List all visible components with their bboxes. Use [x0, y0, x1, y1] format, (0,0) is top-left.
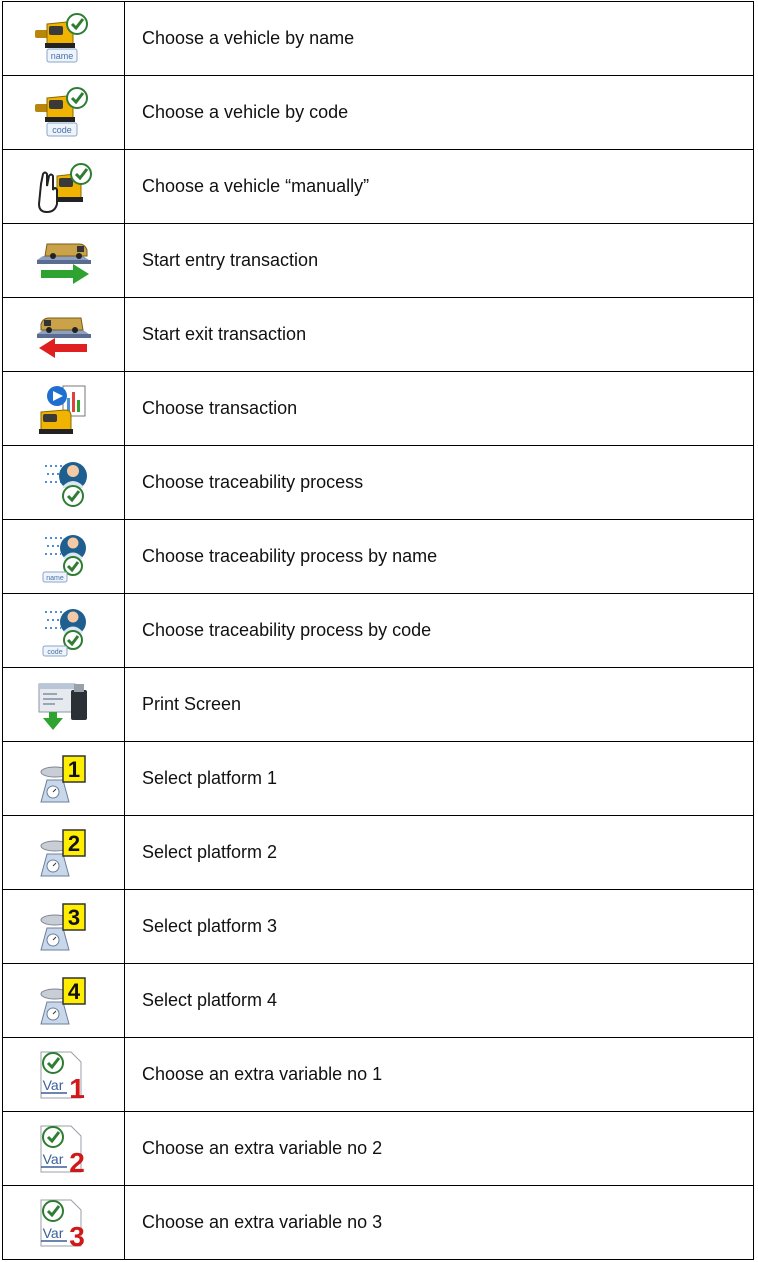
van-entry-arrow-icon	[36, 243, 91, 284]
traceability-person-icon	[44, 461, 87, 507]
row-label: Choose a vehicle “manually”	[124, 149, 754, 224]
table-row: code Choose traceability process by code	[2, 593, 754, 668]
table-row: 4 Select platform 4	[2, 963, 754, 1038]
transaction-list-icon	[38, 385, 85, 434]
platform-scale-icon: 3	[39, 902, 86, 950]
table-row: Var 3 Choose an extra variable no 3	[2, 1185, 754, 1260]
table-row: Print Screen	[2, 667, 754, 742]
variable-number: 2	[69, 1147, 85, 1176]
icon-tag: Var	[42, 1225, 63, 1241]
platform-scale-icon: 1	[39, 754, 86, 802]
extra-variable-icon: Var 3	[40, 1199, 85, 1250]
table-row: Choose a vehicle “manually”	[2, 149, 754, 224]
row-label: Start entry transaction	[124, 223, 754, 298]
table-row: Start entry transaction	[2, 223, 754, 298]
platform-scale-icon: 2	[39, 828, 86, 876]
row-label: Select platform 3	[124, 889, 754, 964]
row-label: Choose traceability process by name	[124, 519, 754, 594]
row-label: Choose traceability process	[124, 445, 754, 520]
van-exit-arrow-icon	[36, 317, 91, 358]
function-icon-table: name Choose a vehicle by name code Choos…	[2, 1, 754, 1260]
platform-scale-icon: 4	[39, 976, 86, 1024]
table-row: 2 Select platform 2	[2, 815, 754, 890]
table-row: name Choose a vehicle by name	[2, 1, 754, 76]
row-label: Select platform 4	[124, 963, 754, 1038]
extra-variable-icon: Var 1	[40, 1051, 85, 1102]
variable-number: 3	[69, 1221, 85, 1250]
variable-number: 1	[69, 1073, 85, 1102]
icon-tag: Var	[42, 1151, 63, 1167]
traceability-name-icon: name	[42, 534, 86, 582]
icon-tag: name	[46, 575, 64, 582]
table-row: 3 Select platform 3	[2, 889, 754, 964]
platform-number: 4	[67, 979, 80, 1004]
table-row: Choose transaction	[2, 371, 754, 446]
row-label: Choose traceability process by code	[124, 593, 754, 668]
table-row: Var 1 Choose an extra variable no 1	[2, 1037, 754, 1112]
row-label: Print Screen	[124, 667, 754, 742]
table-row: name Choose traceability process by name	[2, 519, 754, 594]
truck-code-icon: code	[34, 86, 88, 136]
platform-number: 1	[67, 757, 79, 782]
truck-name-icon: name	[34, 12, 88, 62]
icon-tag: code	[47, 649, 62, 656]
icon-tag: Var	[42, 1077, 63, 1093]
row-label: Start exit transaction	[124, 297, 754, 372]
row-label: Select platform 1	[124, 741, 754, 816]
row-label: Choose an extra variable no 3	[124, 1185, 754, 1260]
row-label: Choose an extra variable no 1	[124, 1037, 754, 1112]
icon-tag: code	[52, 125, 72, 135]
table-row: Choose traceability process	[2, 445, 754, 520]
platform-number: 2	[67, 831, 79, 856]
row-label: Choose transaction	[124, 371, 754, 446]
print-screen-usb-icon	[38, 683, 87, 730]
table-row: code Choose a vehicle by code	[2, 75, 754, 150]
row-label: Select platform 2	[124, 815, 754, 890]
row-label: Choose a vehicle by code	[124, 75, 754, 150]
platform-number: 3	[67, 905, 79, 930]
row-label: Choose a vehicle by name	[124, 1, 754, 76]
table-row: Var 2 Choose an extra variable no 2	[2, 1111, 754, 1186]
icon-tag: name	[50, 51, 73, 61]
table-row: Start exit transaction	[2, 297, 754, 372]
truck-hand-icon	[37, 162, 92, 213]
table-row: 1 Select platform 1	[2, 741, 754, 816]
row-label: Choose an extra variable no 2	[124, 1111, 754, 1186]
extra-variable-icon: Var 2	[40, 1125, 85, 1176]
traceability-code-icon: code	[42, 608, 86, 656]
